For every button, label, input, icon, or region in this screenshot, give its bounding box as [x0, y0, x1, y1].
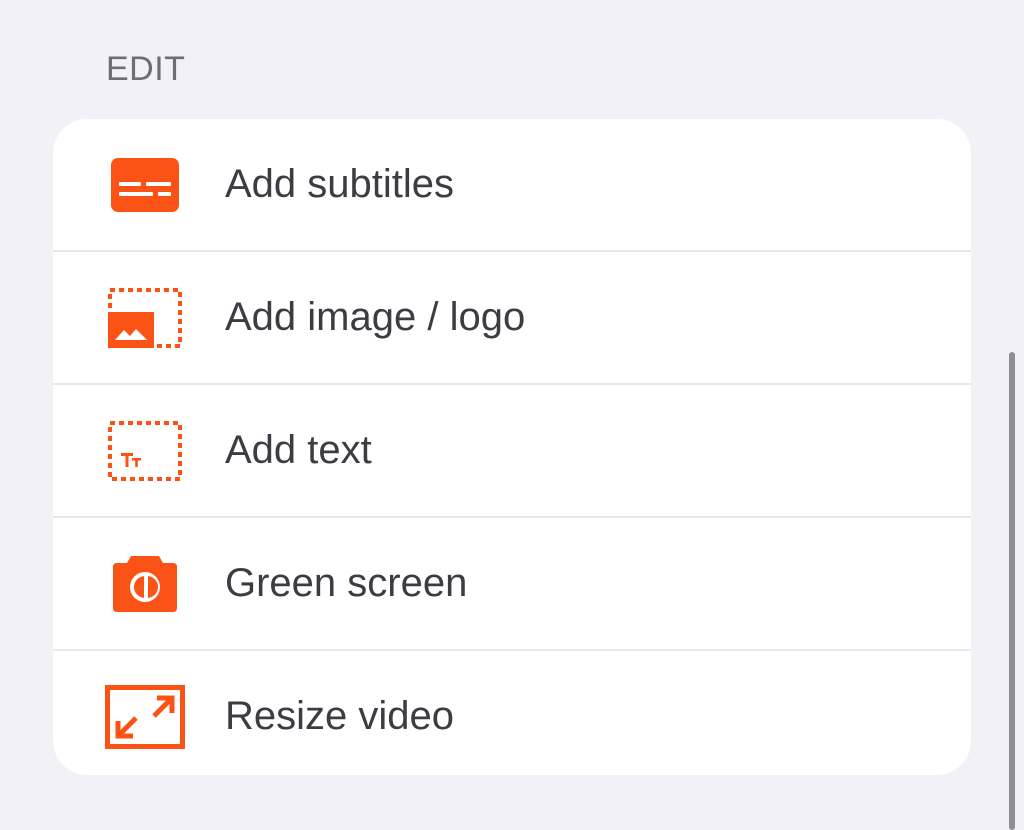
edit-screen: EDIT Add subtitles Add image / logo Add … [0, 0, 1024, 830]
green-screen-label: Green screen [225, 561, 468, 605]
green-screen-row[interactable]: Green screen [53, 516, 971, 649]
section-header: EDIT [106, 50, 186, 88]
add-subtitles-label: Add subtitles [225, 162, 455, 206]
add-subtitles-row[interactable]: Add subtitles [53, 119, 971, 250]
scrollbar[interactable] [1009, 352, 1015, 830]
edit-options-list: Add subtitles Add image / logo Add text … [53, 119, 971, 775]
resize-video-label: Resize video [225, 694, 455, 738]
resize-icon [105, 684, 185, 750]
resize-video-row[interactable]: Resize video [53, 649, 971, 775]
add-image-logo-label: Add image / logo [225, 295, 526, 339]
add-text-row[interactable]: Add text [53, 383, 971, 516]
image-logo-icon [105, 285, 185, 351]
add-image-logo-row[interactable]: Add image / logo [53, 250, 971, 383]
add-text-label: Add text [225, 428, 372, 472]
green-screen-icon [105, 551, 185, 617]
text-icon [105, 418, 185, 484]
subtitles-icon [105, 152, 185, 218]
